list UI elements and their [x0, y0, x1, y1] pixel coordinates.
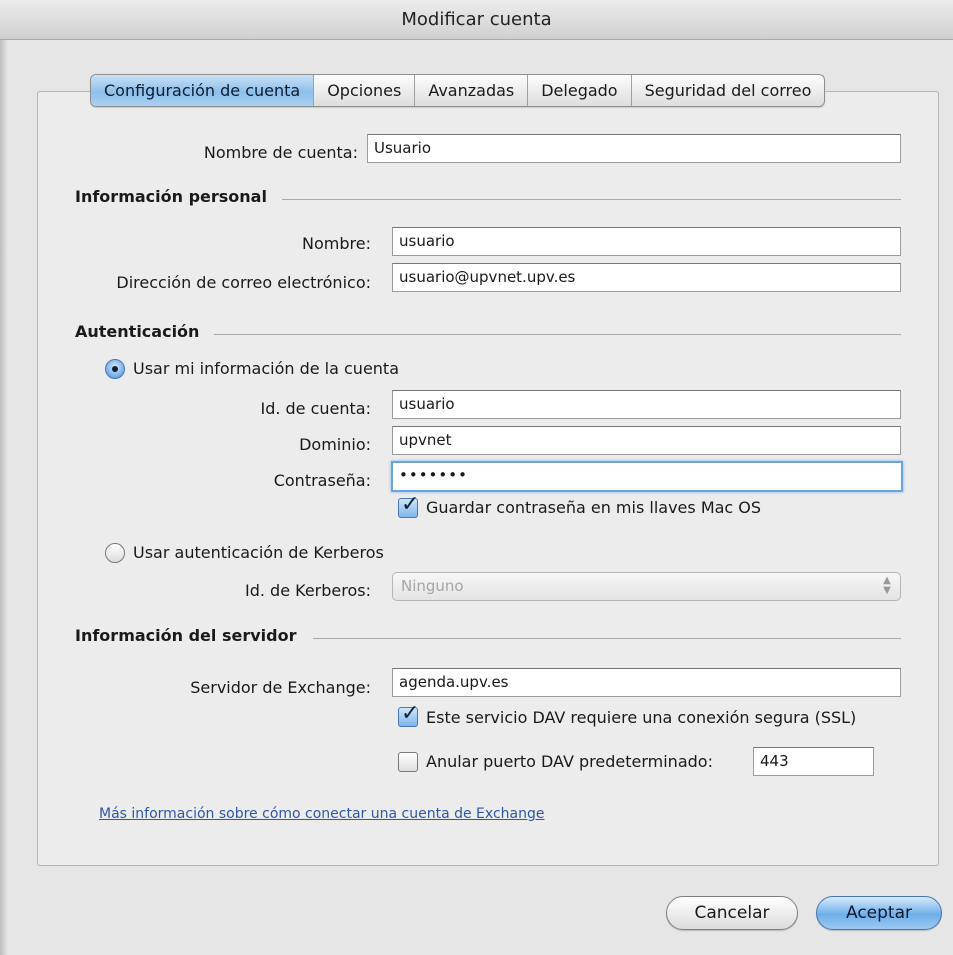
domain-field[interactable]: upvnet	[392, 426, 901, 455]
kerberos-id-select[interactable]: Ninguno ▲ ▼	[392, 572, 901, 601]
exchange-help-link[interactable]: Más información sobre cómo conectar una …	[99, 806, 544, 822]
tab-options[interactable]: Opciones	[314, 75, 416, 106]
window-edge	[0, 40, 8, 955]
kerberos-radio[interactable]	[105, 543, 125, 563]
save-password-label: Guardar contraseña en mis llaves Mac OS	[426, 498, 762, 517]
override-port-checkbox[interactable]	[398, 752, 418, 772]
password-field[interactable]: •••••••	[391, 461, 903, 492]
section-divider	[313, 638, 901, 639]
name-label: Nombre:	[302, 234, 371, 253]
email-label: Dirección de correo electrónico:	[116, 273, 371, 292]
account-name-label: Nombre de cuenta:	[203, 143, 358, 162]
name-field[interactable]: usuario	[392, 227, 901, 256]
cancel-button[interactable]: Cancelar	[666, 896, 798, 930]
port-field[interactable]: 443	[753, 747, 874, 776]
override-port-label: Anular puerto DAV predeterminado:	[426, 752, 713, 771]
accept-button[interactable]: Aceptar	[816, 896, 942, 930]
account-name-field[interactable]: Usuario	[367, 134, 901, 163]
ssl-checkbox[interactable]: ✓	[398, 702, 419, 727]
window-title: Modificar cuenta	[0, 0, 953, 40]
exchange-server-field[interactable]: agenda.upv.es	[392, 668, 901, 697]
checkmark-icon: ✓	[401, 701, 420, 726]
account-id-label: Id. de cuenta:	[260, 399, 371, 418]
section-divider	[214, 334, 901, 335]
exchange-server-label: Servidor de Exchange:	[190, 678, 371, 697]
save-password-checkbox[interactable]: ✓	[398, 493, 419, 518]
use-account-info-radio[interactable]	[105, 359, 125, 379]
personal-info-heading: Información personal	[75, 187, 267, 206]
email-field[interactable]: usuario@upvnet.upv.es	[392, 263, 901, 292]
tab-advanced[interactable]: Avanzadas	[415, 75, 529, 106]
tab-delegate[interactable]: Delegado	[528, 75, 632, 106]
ssl-label: Este servicio DAV requiere una conexión …	[426, 708, 857, 727]
kerberos-id-label: Id. de Kerberos:	[245, 581, 371, 600]
kerberos-id-value: Ninguno	[401, 577, 464, 595]
tab-bar: Configuración de cuenta Opciones Avanzad…	[90, 74, 826, 107]
section-divider	[282, 199, 901, 200]
kerberos-label: Usar autenticación de Kerberos	[133, 543, 384, 562]
tab-account-configuration[interactable]: Configuración de cuenta	[91, 75, 315, 106]
account-id-field[interactable]: usuario	[392, 390, 901, 419]
password-label: Contraseña:	[273, 471, 371, 490]
tab-mail-security[interactable]: Seguridad del correo	[632, 75, 825, 106]
authentication-heading: Autenticación	[75, 322, 200, 341]
use-account-info-label: Usar mi información de la cuenta	[133, 359, 400, 378]
checkmark-icon: ✓	[401, 492, 420, 517]
domain-label: Dominio:	[299, 435, 371, 454]
up-down-arrows-icon: ▲ ▼	[883, 575, 891, 596]
server-info-heading: Información del servidor	[75, 626, 297, 645]
